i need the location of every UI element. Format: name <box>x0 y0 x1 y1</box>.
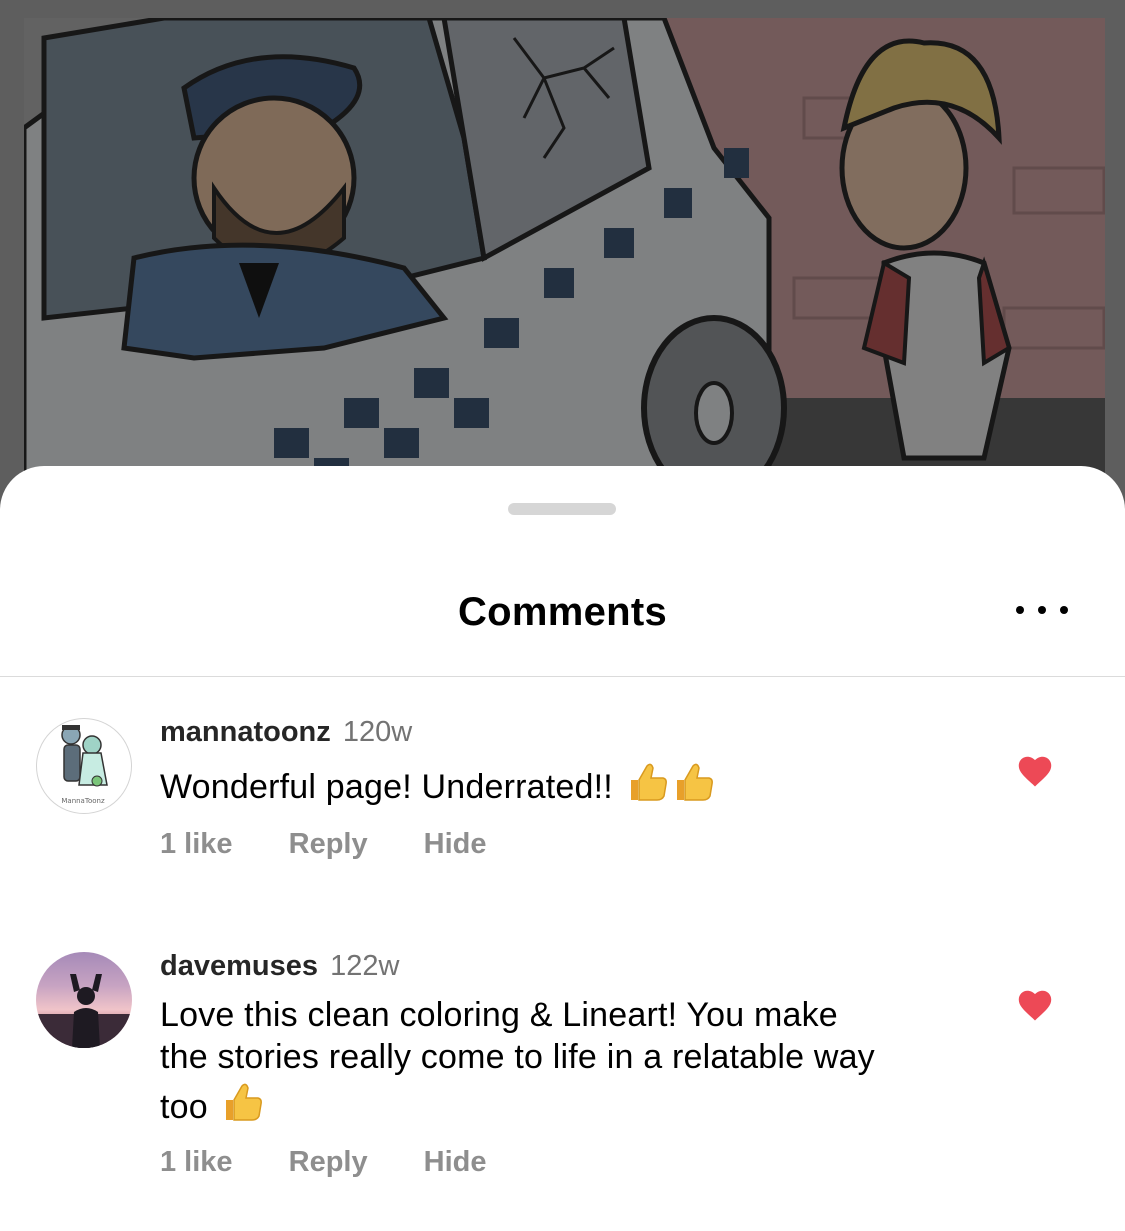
comment-likes-count[interactable]: 1 like <box>160 1146 233 1179</box>
comment-timestamp: 120w <box>342 716 413 748</box>
comments-sheet: Comments MannaToonz mannatoonz 120w Wond… <box>0 466 1125 1231</box>
hide-button[interactable]: Hide <box>424 1146 487 1179</box>
comment-actions: 1 like Reply Hide <box>160 828 535 861</box>
comment-header: davemuses 122w <box>160 950 399 983</box>
more-horizontal-icon-dot <box>1060 606 1068 614</box>
more-horizontal-icon <box>1016 606 1024 614</box>
thumbs-up-emoji <box>225 1083 262 1121</box>
header-divider <box>0 676 1125 677</box>
svg-text:MannaToonz: MannaToonz <box>61 797 105 805</box>
comment-likes-count[interactable]: 1 like <box>160 828 233 861</box>
more-options-button[interactable] <box>1010 590 1074 630</box>
sheet-grabber[interactable] <box>508 503 616 515</box>
hide-button[interactable]: Hide <box>424 828 487 861</box>
comment-body: Wonderful page! Underrated!! <box>160 768 613 806</box>
comment-body-line: too <box>160 1088 208 1126</box>
avatar-illustration: MannaToonz <box>61 725 108 805</box>
post-image <box>24 18 1105 488</box>
comment-actions: 1 like Reply Hide <box>160 1146 535 1179</box>
avatar-photo <box>36 974 132 1048</box>
comment-text: Love this clean coloring & Lineart! You … <box>160 994 980 1128</box>
comment-body-line: the stories really come to life in a rel… <box>160 1038 875 1076</box>
comment-text: Wonderful page! Underrated!! <box>160 758 960 808</box>
reply-button[interactable]: Reply <box>289 1146 368 1179</box>
cartoon-illustration <box>24 18 1105 488</box>
comment-header: mannatoonz 120w <box>160 716 412 749</box>
thumbs-up-emoji <box>630 763 667 801</box>
avatar[interactable] <box>36 952 132 1048</box>
comment-username[interactable]: mannatoonz <box>160 716 331 748</box>
dimmed-backdrop[interactable] <box>0 0 1125 520</box>
comment-username[interactable]: davemuses <box>160 950 318 982</box>
heart-filled-icon[interactable] <box>1016 988 1054 1022</box>
comment-timestamp: 122w <box>330 950 400 982</box>
more-horizontal-icon-dot <box>1038 606 1046 614</box>
comment-body-line-last: too <box>160 1078 980 1128</box>
sheet-title: Comments <box>457 590 668 634</box>
avatar[interactable]: MannaToonz <box>36 718 132 814</box>
comment-body-line: Love this clean coloring & Lineart! You … <box>160 996 838 1034</box>
reply-button[interactable]: Reply <box>289 828 368 861</box>
thumbs-up-emoji <box>676 763 713 801</box>
heart-filled-icon[interactable] <box>1016 754 1054 788</box>
